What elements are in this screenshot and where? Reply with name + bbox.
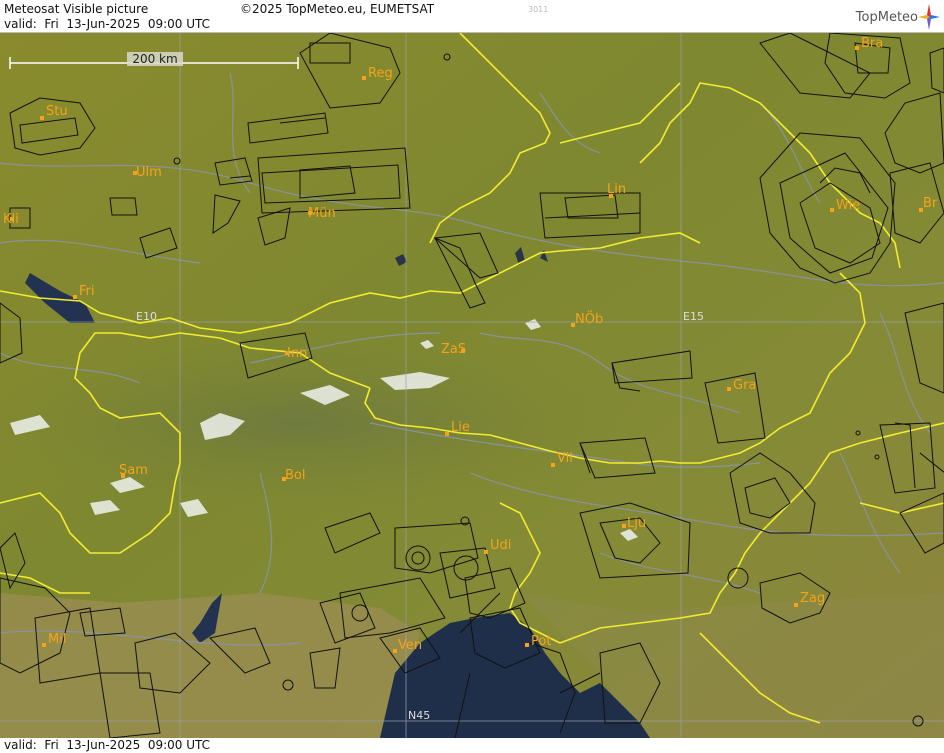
city-label-vil: Vil — [557, 451, 573, 466]
city-label-reg: Reg — [368, 66, 393, 81]
city-label-udi: Udi — [490, 538, 511, 553]
scale-label: 200 km — [132, 52, 177, 66]
city-dot-bra — [855, 46, 859, 50]
city-dot-mil — [42, 643, 46, 647]
city-label-inn: Inn — [287, 346, 307, 361]
city-label-lin: Lin — [607, 182, 626, 197]
footer-bar: valid: Fri 13-Jun-2025 09:00 UTC — [0, 738, 944, 753]
city-dot-stu — [40, 116, 44, 120]
city-dot-ven — [393, 649, 397, 653]
city-label-ven: Ven — [398, 638, 422, 653]
city-label-pot: Pot — [531, 634, 551, 649]
city-dot-pot — [525, 643, 529, 647]
city-dot-vil — [551, 463, 555, 467]
grid-label-n45: N45 — [408, 709, 430, 722]
city-dot-wie — [830, 208, 834, 212]
valid-time-bottom: valid: Fri 13-Jun-2025 09:00 UTC — [4, 738, 211, 752]
city-label-sam: Sam — [119, 463, 148, 478]
grid-label-e15: E15 — [683, 310, 704, 323]
city-dot-gra — [727, 387, 731, 391]
city-label-zag: Zag — [800, 591, 825, 606]
city-label-gra: Gra — [733, 378, 756, 393]
city-label-nob: NÖb — [575, 310, 603, 327]
city-label-mun: Mün — [308, 206, 336, 221]
grid-label-e10: E10 — [136, 310, 157, 323]
city-label-wie: Wie — [836, 198, 860, 213]
city-label-bol: Bol — [285, 468, 305, 483]
city-dot-fri — [73, 295, 77, 299]
city-label-bra: Bra — [861, 36, 883, 51]
valid-time-top: valid: Fri 13-Jun-2025 09:00 UTC — [4, 17, 211, 31]
city-dot-lju — [622, 524, 626, 528]
city-label-lju: Lju — [627, 516, 646, 531]
city-dot-udi — [484, 550, 488, 554]
satellite-map[interactable]: 200 km E10 E15 N45 Reg Bra Stu Ulm Mün Kli Lin… — [0, 33, 944, 738]
city-dot-zag — [794, 603, 798, 607]
city-label-br2: Br — [923, 196, 938, 211]
city-label-mil: Mil — [48, 632, 66, 647]
city-label-zas: ZaS — [441, 342, 466, 357]
screenshot-root: Meteosat Visible picture ©2025 TopMeteo.… — [0, 0, 944, 753]
city-label-kli: Kli — [3, 212, 19, 227]
city-label-ulm: Ulm — [136, 165, 162, 180]
copyright-text: ©2025 TopMeteo.eu, EUMETSAT — [240, 2, 435, 16]
logo-text: TopMeteo — [855, 10, 918, 25]
page-title: Meteosat Visible picture — [4, 2, 149, 16]
city-label-lie: Lie — [451, 420, 470, 435]
header-bar: Meteosat Visible picture ©2025 TopMeteo.… — [0, 0, 944, 33]
compass-logo-icon — [918, 4, 940, 30]
city-dot-reg — [362, 76, 366, 80]
image-code: 3011 — [528, 5, 549, 14]
city-dot-lie — [445, 432, 449, 436]
city-label-fri: Fri — [79, 284, 95, 299]
city-label-stu: Stu — [46, 104, 68, 119]
